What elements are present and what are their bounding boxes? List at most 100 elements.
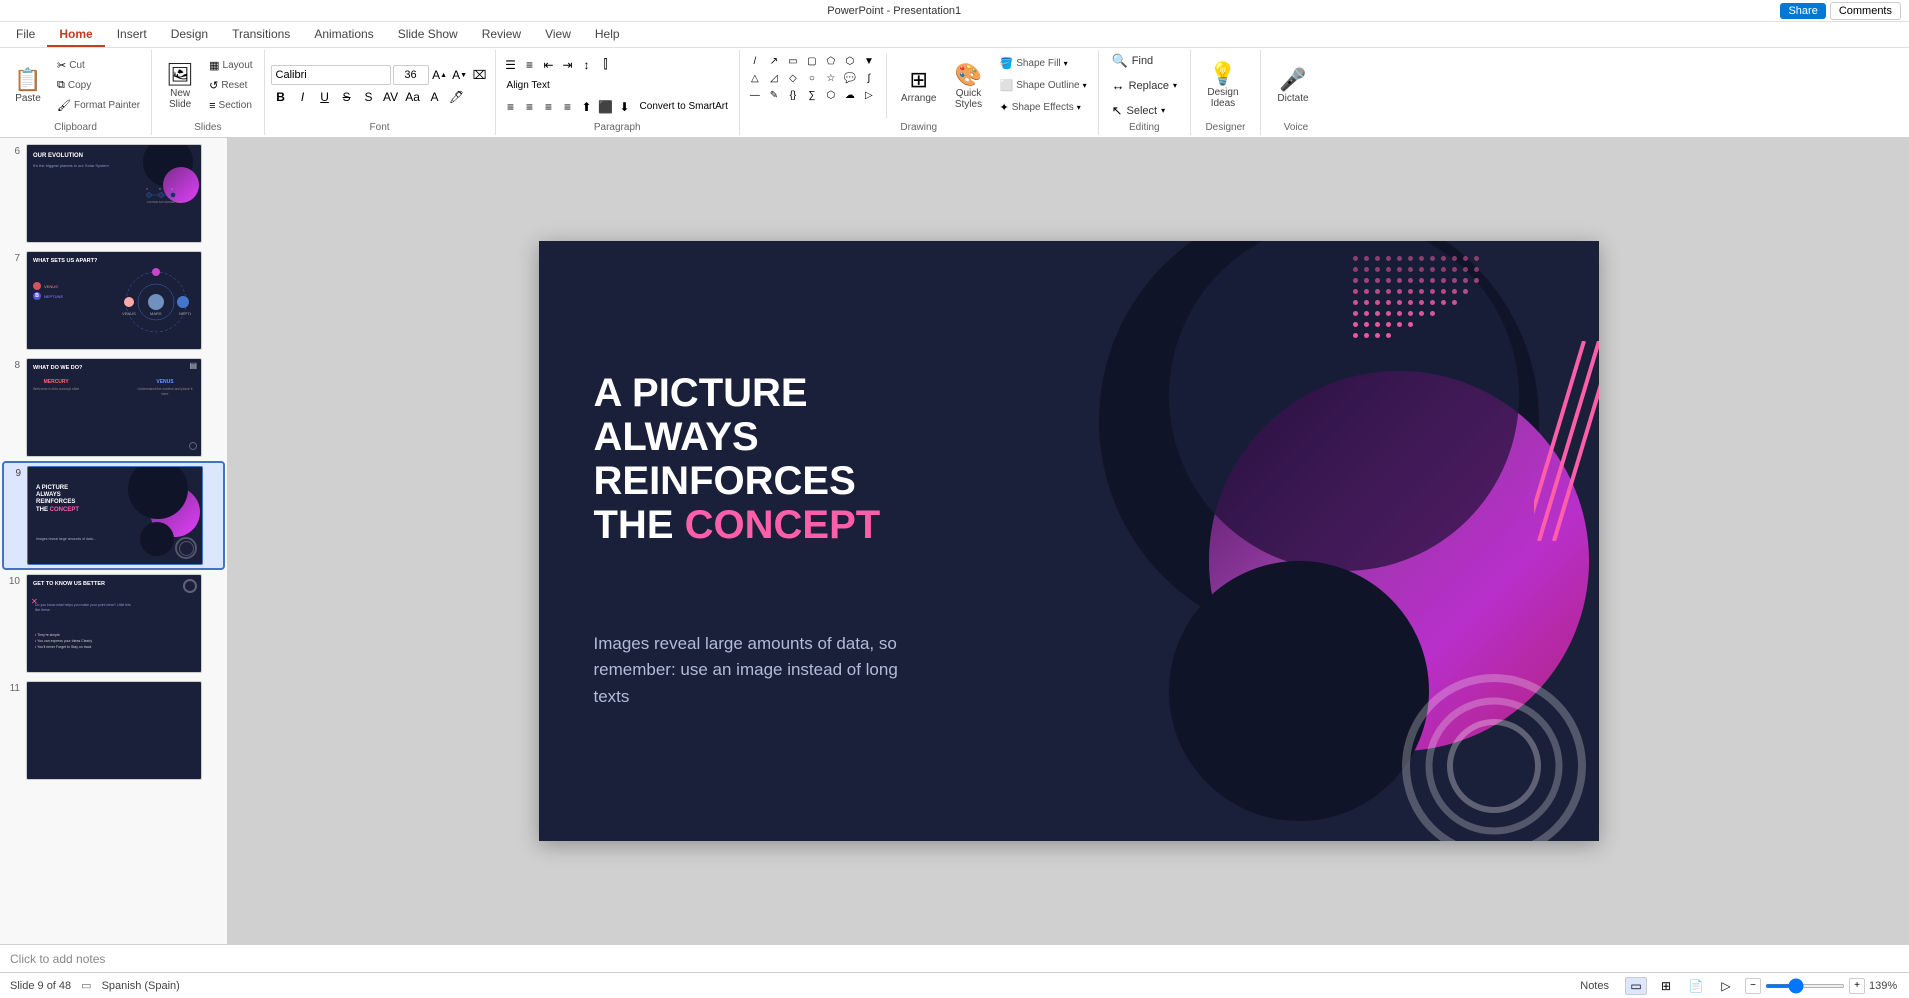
layout-button[interactable]: ▦ Layout bbox=[204, 57, 257, 75]
tab-file[interactable]: File bbox=[4, 23, 47, 47]
shape-freeform-btn[interactable]: ✎ bbox=[765, 88, 783, 104]
zoom-out-button[interactable]: − bbox=[1745, 978, 1761, 994]
notes-view-button[interactable]: Notes bbox=[1572, 978, 1617, 994]
slide-sorter-button[interactable]: ⊞ bbox=[1655, 977, 1677, 995]
notes-placeholder[interactable]: Click to add notes bbox=[10, 952, 105, 966]
design-ideas-button[interactable]: 💡 Design Ideas bbox=[1197, 57, 1249, 128]
shape-rtri-btn[interactable]: ◿ bbox=[765, 71, 783, 87]
numbering-button[interactable]: ≡ bbox=[521, 56, 539, 74]
slide-thumb-11[interactable]: 11 bbox=[4, 679, 223, 782]
find-button[interactable]: 🔍 Find bbox=[1105, 50, 1184, 72]
format-painter-button[interactable]: 🖌 Format Painter bbox=[52, 97, 145, 115]
shape-outline-button[interactable]: ⬜ Shape Outline ▾ bbox=[994, 76, 1091, 96]
shape-tri-btn[interactable]: △ bbox=[746, 71, 764, 87]
tab-review[interactable]: Review bbox=[470, 23, 533, 47]
shape-round-rect-btn[interactable]: ▢ bbox=[803, 54, 821, 70]
align-bottom-button[interactable]: ⬇ bbox=[616, 98, 634, 116]
slide-body[interactable]: Images reveal large amounts of data, so … bbox=[594, 631, 934, 710]
shape-connector-btn[interactable]: — bbox=[746, 88, 764, 104]
voice-group-label: Voice bbox=[1261, 122, 1331, 133]
font-size-input[interactable] bbox=[393, 65, 429, 85]
decrease-indent-button[interactable]: ⇤ bbox=[540, 56, 558, 74]
font-color-button[interactable]: A bbox=[425, 88, 445, 106]
increase-font-button[interactable]: A▲ bbox=[431, 65, 449, 85]
copy-button[interactable]: ⧉ Copy bbox=[52, 77, 145, 95]
decrease-font-button[interactable]: A▼ bbox=[451, 65, 469, 85]
zoom-slider[interactable] bbox=[1765, 984, 1845, 988]
align-middle-button[interactable]: ⬛ bbox=[597, 98, 615, 116]
shape-line-btn[interactable]: / bbox=[746, 54, 764, 70]
slide-thumb-9[interactable]: 9 A PICTUREALWAYSREINFORCESTHE CONCEPT I… bbox=[4, 463, 223, 568]
highlight-button[interactable]: 🖊 bbox=[447, 88, 467, 106]
reading-view-button[interactable]: 📄 bbox=[1685, 977, 1707, 995]
shape-arrow-btn[interactable]: ↗ bbox=[765, 54, 783, 70]
shape-diamond-btn[interactable]: ◇ bbox=[784, 71, 802, 87]
strikethrough-button[interactable]: S bbox=[337, 88, 357, 106]
main-slide[interactable]: A PICTURE ALWAYS REINFORCES THE CONCEPT … bbox=[539, 241, 1599, 841]
reset-button[interactable]: ↺ Reset bbox=[204, 77, 257, 95]
tab-help[interactable]: Help bbox=[583, 23, 632, 47]
slide-thumb-6[interactable]: 6 OUR EVOLUTION It's the biggest planets… bbox=[4, 142, 223, 245]
tab-transitions[interactable]: Transitions bbox=[220, 23, 302, 47]
shape-brace-btn[interactable]: {} bbox=[784, 88, 802, 104]
slideshow-button[interactable]: ▷ bbox=[1715, 977, 1737, 995]
shape-flow-btn[interactable]: ⬡ bbox=[822, 88, 840, 104]
columns-button[interactable]: ⫿ bbox=[597, 56, 615, 74]
tab-insert[interactable]: Insert bbox=[105, 23, 159, 47]
slide-thumb-10[interactable]: 10 GET TO KNOW US BETTER Do you know wha… bbox=[4, 572, 223, 675]
shape-more-btn[interactable]: ▼ bbox=[860, 54, 878, 70]
shape-hex-btn[interactable]: ⬡ bbox=[841, 54, 859, 70]
normal-view-button[interactable]: ▭ bbox=[1625, 977, 1647, 995]
italic-button[interactable]: I bbox=[293, 88, 313, 106]
slide-title[interactable]: A PICTURE ALWAYS REINFORCES THE CONCEPT bbox=[594, 371, 881, 547]
share-button[interactable]: Share bbox=[1780, 3, 1825, 19]
tab-slideshow[interactable]: Slide Show bbox=[386, 23, 470, 47]
change-case-button[interactable]: Aa bbox=[403, 88, 423, 106]
paste-button[interactable]: 📋 Paste bbox=[6, 57, 50, 115]
replace-button[interactable]: ↔ Replace ▾ bbox=[1105, 75, 1184, 97]
select-button[interactable]: ↖ Select ▾ bbox=[1105, 100, 1184, 122]
zoom-in-button[interactable]: + bbox=[1849, 978, 1865, 994]
shapes-palette[interactable]: / ↗ ▭ ▢ ⬠ ⬡ ▼ △ ◿ ◇ ○ ☆ 💬 ∫ — ✎ {} ∑ ⬡ ☁ bbox=[746, 54, 878, 104]
underline-button[interactable]: U bbox=[315, 88, 335, 106]
cut-button[interactable]: ✂ Cut bbox=[52, 57, 145, 75]
text-direction-button[interactable]: Align Text bbox=[502, 77, 555, 95]
bold-button[interactable]: B bbox=[271, 88, 291, 106]
align-top-button[interactable]: ⬆ bbox=[578, 98, 596, 116]
increase-indent-button[interactable]: ⇥ bbox=[559, 56, 577, 74]
justify-button[interactable]: ≡ bbox=[559, 98, 577, 116]
shape-ellipse-btn[interactable]: ○ bbox=[803, 71, 821, 87]
shape-star-btn[interactable]: ☆ bbox=[822, 71, 840, 87]
arrange-button[interactable]: ⊞ Arrange bbox=[895, 57, 943, 115]
line-spacing-button[interactable]: ↕ bbox=[578, 56, 596, 74]
shape-rect-btn[interactable]: ▭ bbox=[784, 54, 802, 70]
align-right-button[interactable]: ≡ bbox=[540, 98, 558, 116]
tab-home[interactable]: Home bbox=[47, 23, 104, 47]
shape-action-btn[interactable]: ▷ bbox=[860, 88, 878, 104]
tab-design[interactable]: Design bbox=[159, 23, 220, 47]
tab-view[interactable]: View bbox=[533, 23, 583, 47]
dictate-button[interactable]: 🎤 Dictate bbox=[1267, 63, 1319, 123]
slide-thumb-8[interactable]: 8 WHAT DO WE DO? ▤ MERCURY Welcome to th… bbox=[4, 356, 223, 459]
new-slide-button[interactable]: 🖼 New Slide bbox=[158, 57, 202, 115]
tab-animations[interactable]: Animations bbox=[302, 23, 385, 47]
align-left-button[interactable]: ≡ bbox=[502, 98, 520, 116]
section-button[interactable]: ≡ Section bbox=[204, 97, 257, 115]
shape-equation-btn[interactable]: ∑ bbox=[803, 88, 821, 104]
shape-callout-btn[interactable]: 💬 bbox=[841, 71, 859, 87]
shape-effects-button[interactable]: ✦ Shape Effects ▾ bbox=[994, 98, 1091, 118]
shape-fill-button[interactable]: 🪣 Shape Fill ▾ bbox=[994, 54, 1091, 74]
shape-pentagon-btn[interactable]: ⬠ bbox=[822, 54, 840, 70]
quick-styles-button[interactable]: 🎨 Quick Styles bbox=[946, 57, 990, 115]
shape-curve-btn[interactable]: ∫ bbox=[860, 71, 878, 87]
font-name-select[interactable] bbox=[271, 65, 391, 85]
comments-button[interactable]: Comments bbox=[1830, 2, 1901, 20]
char-spacing-button[interactable]: AV bbox=[381, 88, 401, 106]
shape-cloud-btn[interactable]: ☁ bbox=[841, 88, 859, 104]
slide-thumb-7[interactable]: 7 WHAT SETS US APART? VENUS MARS NEPTUNE bbox=[4, 249, 223, 352]
clear-format-button[interactable]: ⌧ bbox=[471, 65, 489, 85]
convert-smartart-button[interactable]: Convert to SmartArt bbox=[635, 98, 733, 116]
bullets-button[interactable]: ☰ bbox=[502, 56, 520, 74]
align-center-button[interactable]: ≡ bbox=[521, 98, 539, 116]
text-shadow-button[interactable]: S bbox=[359, 88, 379, 106]
